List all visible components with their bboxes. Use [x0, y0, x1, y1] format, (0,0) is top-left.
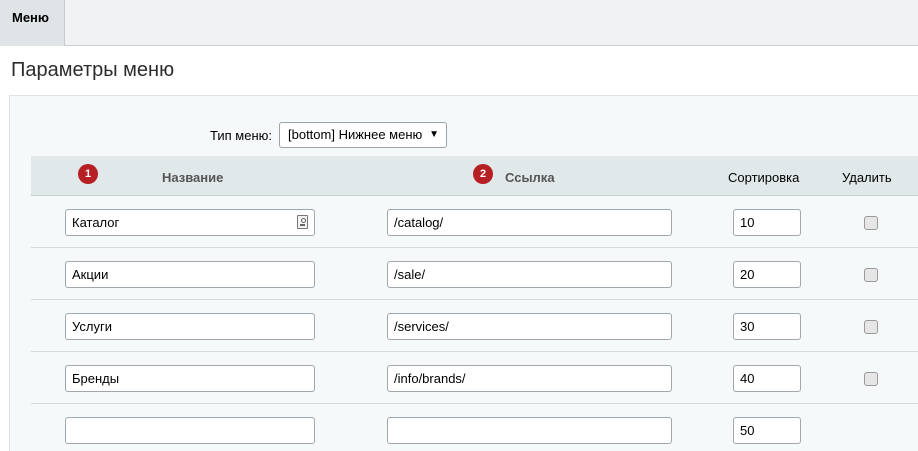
item-name-input[interactable]: Акции: [65, 261, 315, 288]
item-sort-input[interactable]: 10: [733, 209, 801, 236]
item-delete-checkbox[interactable]: [864, 372, 878, 386]
item-sort-input[interactable]: 20: [733, 261, 801, 288]
item-name-input[interactable]: Услуги: [65, 313, 315, 340]
item-link-input[interactable]: /info/brands/: [387, 365, 672, 392]
item-name-input[interactable]: [65, 417, 315, 444]
item-sort-input[interactable]: 40: [733, 365, 801, 392]
table-row-new: 50: [31, 404, 918, 451]
item-name-input[interactable]: Бренды: [65, 365, 315, 392]
menu-type-selected-value: [bottom] Нижнее меню: [288, 127, 423, 142]
table-row: Бренды /info/brands/ 40: [31, 352, 918, 404]
column-header-delete: Удалить: [842, 170, 892, 185]
tab-menu[interactable]: Меню: [0, 0, 65, 46]
item-sort-input[interactable]: 30: [733, 313, 801, 340]
column-header-link: Ссылка: [505, 170, 555, 185]
item-name-input[interactable]: Каталог: [65, 209, 315, 236]
link-column-badge: 2: [473, 164, 493, 184]
name-column-badge: 1: [78, 164, 98, 184]
page-title: Параметры меню: [11, 59, 175, 81]
table-row: Акции /sale/ 20: [31, 248, 918, 300]
menu-type-label: Тип меню:: [210, 128, 272, 143]
item-link-input[interactable]: /services/: [387, 313, 672, 340]
table-row: Услуги /services/ 30: [31, 300, 918, 352]
item-sort-input[interactable]: 50: [733, 417, 801, 444]
column-header-name: Название: [162, 170, 224, 185]
item-link-input[interactable]: /catalog/: [387, 209, 672, 236]
table-row: Каталог /catalog/ 10: [31, 196, 918, 248]
menu-type-select[interactable]: [bottom] Нижнее меню ▼: [279, 122, 447, 148]
dropdown-arrow-icon: ▼: [429, 129, 439, 140]
item-delete-checkbox[interactable]: [864, 216, 878, 230]
contact-card-icon[interactable]: [297, 215, 308, 229]
item-link-input[interactable]: /sale/: [387, 261, 672, 288]
column-header-sort: Сортировка: [728, 170, 800, 185]
item-delete-checkbox[interactable]: [864, 320, 878, 334]
item-delete-checkbox[interactable]: [864, 268, 878, 282]
item-name-value: Каталог: [72, 215, 120, 230]
item-link-input[interactable]: [387, 417, 672, 444]
tab-strip: Меню: [0, 0, 918, 46]
